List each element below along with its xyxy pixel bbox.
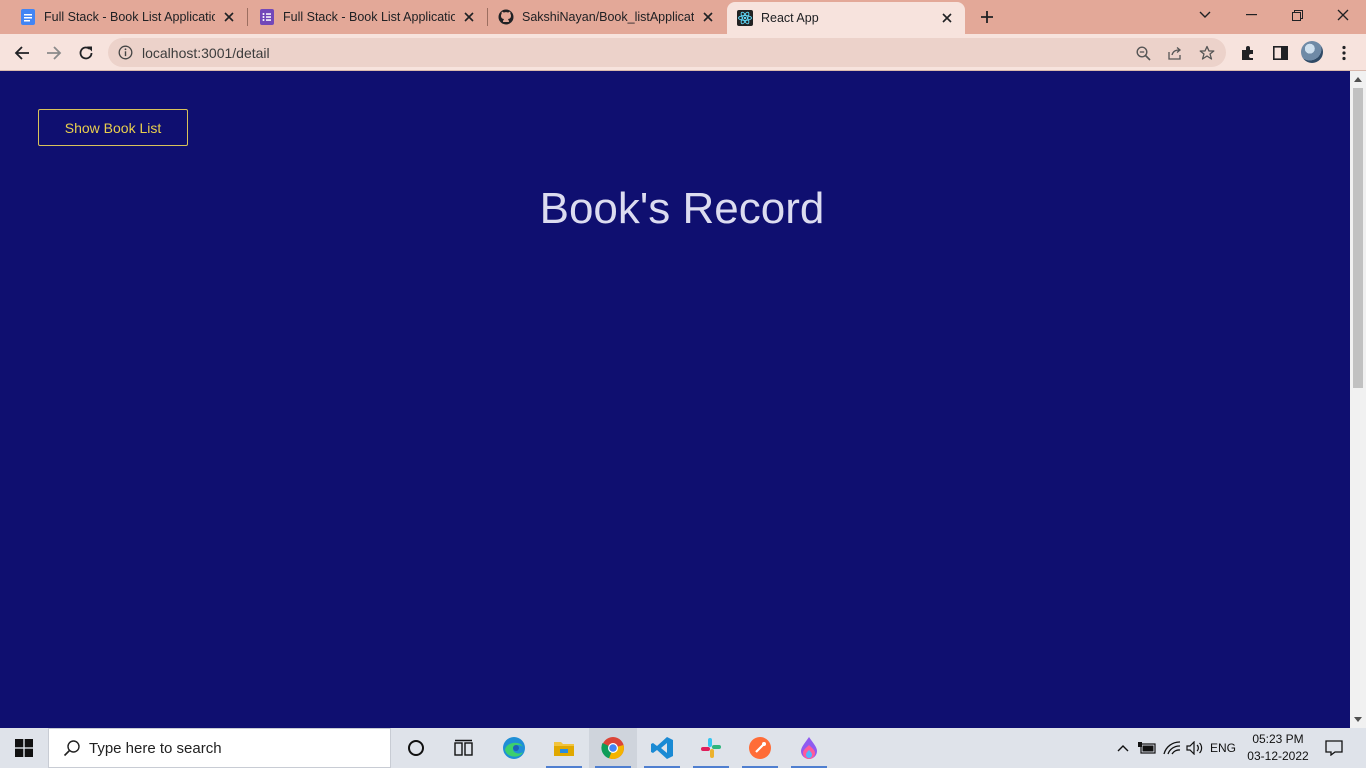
tab-docs[interactable]: Full Stack - Book List Application <box>0 0 247 34</box>
taskbar-clock[interactable]: 05:23 PM 03-12-2022 <box>1238 731 1318 765</box>
bookmark-star-icon[interactable] <box>1198 44 1216 62</box>
tab-title: SakshiNayan/Book_listApplication <box>522 10 694 24</box>
tab-search-button[interactable] <box>1182 0 1228 30</box>
restore-icon <box>1291 9 1303 21</box>
windows-icon <box>15 739 33 757</box>
back-button[interactable] <box>9 40 35 66</box>
minimize-button[interactable] <box>1228 0 1274 30</box>
scroll-down-arrow-icon[interactable] <box>1350 713 1366 725</box>
clock-time: 05:23 PM <box>1252 732 1304 746</box>
postman-icon[interactable] <box>736 728 784 768</box>
github-icon <box>498 9 514 25</box>
vscode-icon[interactable] <box>638 728 686 768</box>
info-icon[interactable] <box>118 45 133 60</box>
google-docs-icon <box>20 9 36 25</box>
browser-toolbar: localhost:3001/detail <box>0 34 1366 71</box>
file-explorer-icon[interactable] <box>540 728 588 768</box>
chrome-icon[interactable] <box>589 728 637 768</box>
show-hidden-icons-chevron-icon[interactable] <box>1112 728 1134 768</box>
task-view-icon[interactable] <box>440 728 488 768</box>
google-forms-icon <box>259 9 275 25</box>
zoom-icon[interactable] <box>1134 44 1152 62</box>
tab-title: Full Stack - Book List Application <box>44 10 215 24</box>
plus-icon <box>981 11 993 23</box>
forward-button[interactable] <box>41 40 67 66</box>
url-text[interactable]: localhost:3001/detail <box>142 45 270 61</box>
cortana-icon[interactable] <box>392 728 440 768</box>
close-tab-icon[interactable] <box>700 9 716 25</box>
address-bar[interactable]: localhost:3001/detail <box>108 38 1226 67</box>
scrollbar-thumb[interactable] <box>1353 88 1363 388</box>
browser-tab-strip: Full Stack - Book List Application Full … <box>0 0 1366 34</box>
scroll-up-arrow-icon[interactable] <box>1350 73 1366 85</box>
input-language[interactable]: ENG <box>1208 728 1238 768</box>
arrow-left-icon <box>14 46 29 60</box>
profile-avatar[interactable] <box>1301 41 1323 63</box>
wifi-icon[interactable] <box>1160 728 1184 768</box>
search-icon <box>63 740 80 757</box>
react-icon <box>737 10 753 26</box>
close-tab-icon[interactable] <box>461 9 477 25</box>
page-content: Show Book List Book's Record <box>0 71 1350 728</box>
chevron-down-icon <box>1199 11 1211 18</box>
clock-date: 03-12-2022 <box>1247 749 1309 763</box>
close-icon <box>1337 9 1349 21</box>
start-button[interactable] <box>0 728 48 768</box>
notifications-icon[interactable] <box>1320 728 1348 768</box>
taskbar-search-input[interactable]: Type here to search <box>48 728 391 768</box>
new-tab-button[interactable] <box>976 6 998 28</box>
tab-forms[interactable]: Full Stack - Book List Application <box>248 0 487 34</box>
close-window-button[interactable] <box>1320 0 1366 30</box>
reload-button[interactable] <box>73 40 99 66</box>
reload-icon <box>79 46 93 60</box>
figma-like-icon[interactable] <box>785 728 833 768</box>
minimize-icon <box>1245 14 1257 16</box>
share-icon[interactable] <box>1166 44 1184 62</box>
search-placeholder: Type here to search <box>89 739 222 757</box>
tab-title: Full Stack - Book List Application <box>283 10 455 24</box>
kebab-menu-icon[interactable] <box>1334 43 1354 63</box>
close-tab-icon[interactable] <box>221 9 237 25</box>
slack-icon[interactable] <box>687 728 735 768</box>
tab-title: React App <box>761 11 819 25</box>
side-panel-icon[interactable] <box>1270 43 1290 63</box>
tab-github[interactable]: SakshiNayan/Book_listApplication <box>488 0 726 34</box>
tab-react-app[interactable]: React App <box>727 2 965 34</box>
restore-button[interactable] <box>1274 0 1320 30</box>
battery-icon[interactable] <box>1136 728 1158 768</box>
windows-taskbar: Type here to search ENG 05:23 PM 03-12-2… <box>0 728 1366 768</box>
arrow-right-icon <box>47 46 62 60</box>
extensions-icon[interactable] <box>1238 43 1258 63</box>
page-scrollbar[interactable] <box>1350 71 1366 728</box>
volume-icon[interactable] <box>1184 728 1206 768</box>
close-tab-icon[interactable] <box>939 10 955 26</box>
page-title: Book's Record <box>539 184 825 233</box>
show-book-list-button[interactable]: Show Book List <box>38 109 188 146</box>
edge-icon[interactable] <box>490 728 538 768</box>
